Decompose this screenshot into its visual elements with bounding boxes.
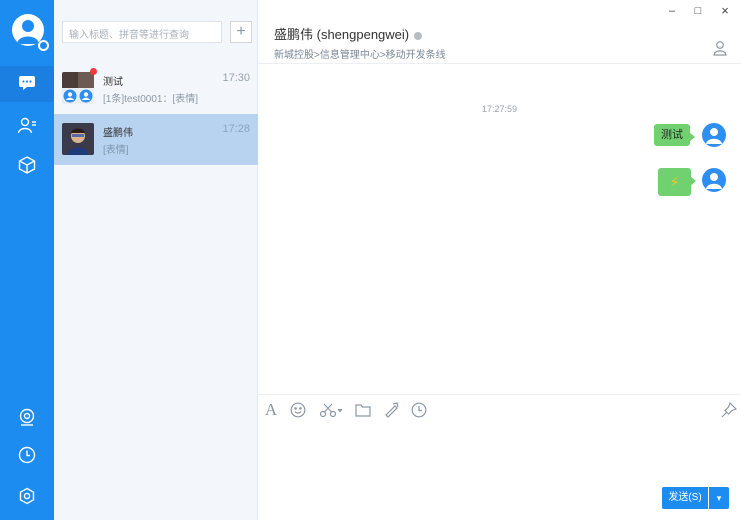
conversation-item-test[interactable]: 测试 17:30 [1条]test0001：[表情] — [54, 63, 258, 114]
apps-cube-icon — [18, 155, 36, 177]
folder-icon[interactable] — [354, 401, 372, 419]
contact-profile-icon[interactable] — [713, 40, 727, 59]
add-chat-button[interactable]: + — [230, 21, 252, 43]
sender-avatar[interactable] — [702, 168, 726, 192]
maximize-button[interactable]: □ — [690, 4, 706, 18]
location-nav-button[interactable] — [0, 401, 54, 437]
conversation-name: 盛鹏伟 — [103, 128, 133, 139]
contact-avatar — [62, 123, 94, 155]
chat-title-text: 盛鹏伟 (shengpengwei) — [274, 27, 410, 42]
conversation-list: 输入标题、拼音等进行查询 + 测试 17:30 [1条]test0001：[表情… — [54, 0, 258, 520]
settings-icon — [18, 487, 36, 508]
chat-icon — [18, 75, 36, 94]
conversation-time: 17:30 — [222, 72, 250, 84]
chat-title: 盛鹏伟 (shengpengwei) — [274, 24, 423, 43]
font-icon[interactable]: A — [262, 400, 280, 419]
send-options-button[interactable]: ▾ — [709, 487, 729, 509]
contacts-icon — [17, 116, 37, 137]
emoji-message-bubble[interactable]: ⚡ — [658, 168, 696, 196]
settings-nav-button[interactable] — [0, 479, 54, 515]
chat-nav-button[interactable] — [0, 66, 54, 102]
department-path: 新城控股>信息管理中心>移动开发条线 — [274, 50, 446, 61]
online-status-icon — [38, 40, 49, 51]
conversation-name: 测试 — [103, 77, 123, 88]
conversation-preview: [表情] — [103, 145, 129, 156]
screenshot-scissors-icon[interactable] — [318, 401, 344, 419]
conversation-time: 17:28 — [222, 123, 250, 135]
history-nav-button[interactable] — [0, 438, 54, 474]
message-bubble[interactable]: 测试 — [654, 124, 695, 146]
unread-badge-icon — [90, 68, 97, 75]
history-icon[interactable] — [410, 401, 428, 419]
message-area: 17:27:59 测试 ⚡ — [258, 64, 741, 394]
left-rail — [0, 0, 54, 520]
apps-nav-button[interactable] — [0, 148, 54, 184]
contacts-nav-button[interactable] — [0, 108, 54, 144]
message-timestamp: 17:27:59 — [481, 104, 518, 114]
conversation-preview: [1条]test0001：[表情] — [103, 94, 199, 105]
history-clock-icon — [18, 446, 36, 467]
emoji-icon[interactable] — [289, 401, 307, 419]
close-button[interactable]: × — [717, 4, 733, 18]
chat-header: – □ × 盛鹏伟 (shengpengwei) 新城控股>信息管理中心>移动开… — [258, 0, 741, 64]
sender-avatar[interactable] — [702, 123, 726, 147]
pin-icon[interactable] — [720, 401, 738, 419]
shake-icon[interactable] — [382, 401, 400, 419]
presence-status-icon — [414, 31, 423, 40]
message-composer[interactable]: A 发送(S) ▾ — [258, 394, 741, 520]
minimize-button[interactable]: – — [664, 4, 680, 18]
conversation-item-shengpengwei[interactable]: 盛鹏伟 17:28 [表情] — [54, 114, 258, 165]
location-icon — [18, 408, 36, 431]
search-input[interactable]: 输入标题、拼音等进行查询 — [62, 21, 222, 43]
send-button[interactable]: 发送(S) — [662, 487, 708, 509]
group-avatar — [62, 72, 94, 104]
